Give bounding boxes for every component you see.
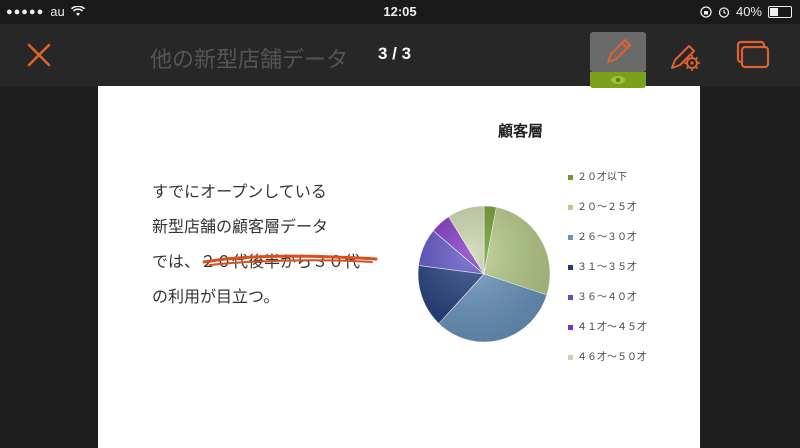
slide-title: 他の新型店舗データ bbox=[150, 48, 349, 73]
legend-swatch bbox=[568, 234, 573, 240]
slide-canvas[interactable]: すでにオープンしている 新型店舗の顧客層データ では、２０代後半から３０代 の利… bbox=[98, 86, 700, 448]
battery-percent: 40% bbox=[735, 4, 762, 19]
legend-label: ２０～２５才 bbox=[577, 202, 637, 213]
body-line: の利用が目立つ。 bbox=[152, 287, 280, 306]
body-line: 新型店舗の顧客層データ bbox=[152, 217, 329, 236]
eye-icon bbox=[611, 76, 625, 84]
page-indicator: 3 / 3 bbox=[378, 44, 412, 63]
legend-item: ３１～３５才 bbox=[568, 258, 637, 273]
left-margin bbox=[0, 24, 98, 448]
clock: 12:05 bbox=[383, 4, 417, 19]
right-margin bbox=[700, 24, 800, 448]
legend-label: ２６～３０才 bbox=[577, 232, 637, 243]
status-bar: ●●●●● au 12:05 40% bbox=[0, 0, 800, 24]
legend-swatch bbox=[568, 204, 573, 210]
legend-label: ３１～３５才 bbox=[577, 262, 637, 273]
rotation-lock-icon bbox=[700, 5, 712, 18]
battery-icon bbox=[768, 5, 792, 18]
pen-tool-button[interactable] bbox=[590, 32, 646, 72]
legend-item: ２０才以下 bbox=[568, 168, 627, 183]
legend-item: ２６～３０才 bbox=[568, 228, 637, 243]
legend-swatch bbox=[568, 294, 573, 300]
close-icon[interactable] bbox=[22, 38, 56, 72]
legend-swatch bbox=[568, 174, 573, 180]
legend-item: ２０～２５才 bbox=[568, 198, 637, 213]
legend-swatch bbox=[568, 354, 573, 360]
legend-swatch bbox=[568, 324, 573, 330]
slide-body-text: すでにオープンしている 新型店舗の顧客層データ では、２０代後半から３０代 の利… bbox=[152, 174, 360, 314]
legend-label: ２０才以下 bbox=[577, 172, 627, 183]
legend-label: ４１才～４５才 bbox=[577, 322, 647, 333]
top-toolbar: 他の新型店舗データ 3 / 3 bbox=[0, 24, 800, 88]
legend-item: ３６～４０才 bbox=[568, 288, 637, 303]
pen-annotation-underline bbox=[202, 254, 378, 266]
pen-options-tab[interactable] bbox=[590, 72, 646, 88]
pen-icon bbox=[607, 39, 631, 63]
pie-chart bbox=[417, 205, 551, 343]
legend-label: ４６才～５０才 bbox=[577, 352, 647, 363]
legend-label: ３６～４０才 bbox=[577, 292, 637, 303]
alarm-icon bbox=[718, 6, 730, 18]
legend-item: ４６才～５０才 bbox=[568, 348, 647, 363]
legend-swatch bbox=[568, 264, 573, 270]
body-line: すでにオープンしている bbox=[152, 182, 327, 201]
legend-item: ４１才～４５才 bbox=[568, 318, 647, 333]
slide-list-icon[interactable] bbox=[734, 38, 772, 72]
pen-settings-icon[interactable] bbox=[666, 38, 702, 74]
chart-title: 顧客層 bbox=[498, 122, 544, 140]
